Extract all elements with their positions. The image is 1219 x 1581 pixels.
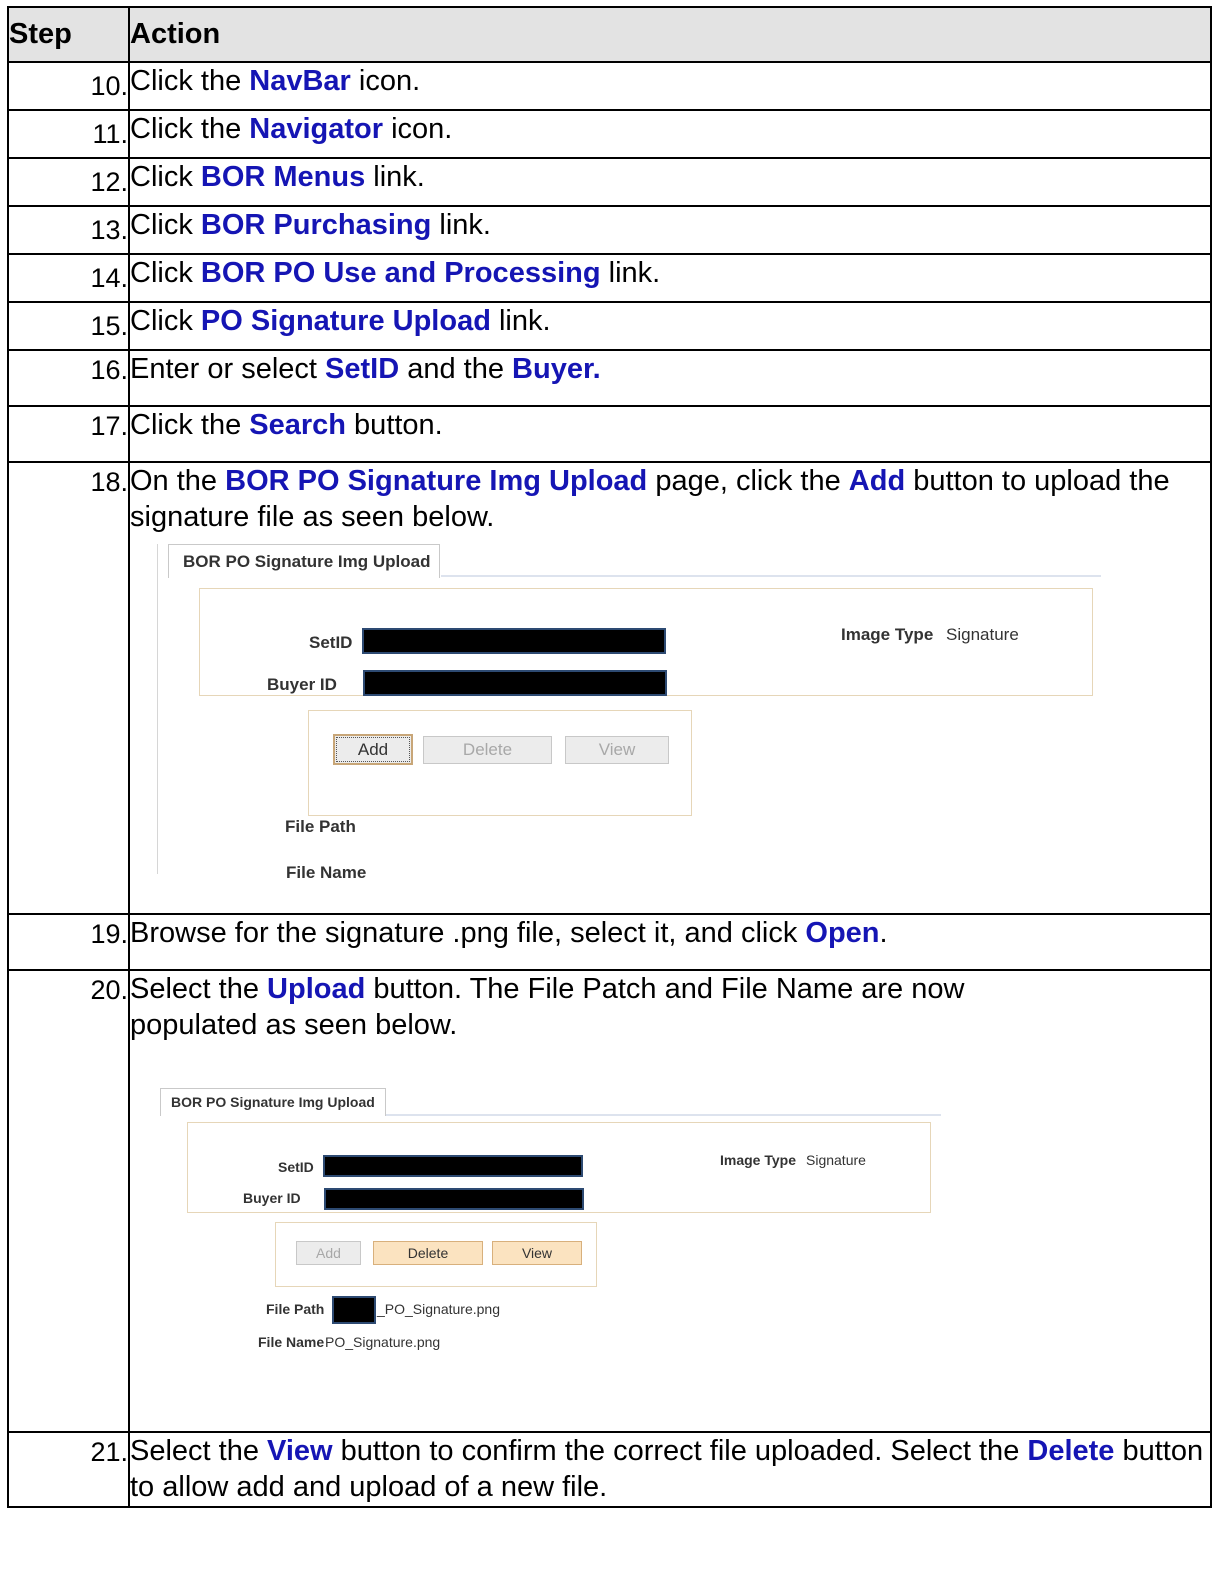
- step-row-13: 13. Click BOR Purchasing link.: [7, 205, 1212, 255]
- highlight-term: View: [267, 1435, 333, 1467]
- buyer-id-field[interactable]: [324, 1187, 584, 1210]
- step-number: 13.: [7, 205, 130, 255]
- setid-label: SetID: [309, 632, 353, 652]
- step-action: Click the Navigator icon.: [128, 109, 1212, 159]
- uploaded-page-screenshot: BOR PO Signature Img Upload SetID Buyer …: [160, 1087, 960, 1388]
- highlight-term: PO Signature Upload: [200, 305, 491, 337]
- step-action: Click the NavBar icon.: [128, 61, 1212, 111]
- buyer-id-label: Buyer ID: [267, 674, 337, 694]
- buyer-id-field[interactable]: [363, 669, 667, 696]
- step-number: 20.: [7, 969, 130, 1433]
- step-action: Click the Search button.: [128, 405, 1212, 463]
- image-type-value: Signature: [946, 624, 1019, 644]
- step-action: Select the View button to confirm the co…: [128, 1431, 1212, 1508]
- page-tab[interactable]: BOR PO Signature Img Upload: [168, 543, 440, 578]
- file-name-value: PO_Signature.png: [325, 1333, 441, 1350]
- step-row-17: 17. Click the Search button.: [7, 405, 1212, 463]
- highlight-term: NavBar: [249, 65, 351, 97]
- add-button[interactable]: Add: [333, 733, 413, 765]
- add-button[interactable]: Add: [296, 1240, 361, 1265]
- highlight-term: Delete: [1027, 1435, 1115, 1467]
- highlight-term: BOR Purchasing: [200, 209, 432, 241]
- step-row-18: 18. On the BOR PO Signature Img Upload p…: [7, 461, 1212, 915]
- step-row-16: 16. Enter or select SetID and the Buyer.: [7, 349, 1212, 407]
- step-number: 17.: [7, 405, 130, 463]
- step-number: 11.: [7, 109, 130, 159]
- file-name-label: File Name: [286, 862, 367, 882]
- file-name-label: File Name: [258, 1333, 325, 1350]
- step-row-21: 21. Select the View button to confirm th…: [7, 1431, 1212, 1508]
- step-action: Select the Upload button. The File Patch…: [128, 969, 1212, 1433]
- image-type-label: Image Type: [841, 624, 934, 644]
- step-number: 12.: [7, 157, 130, 207]
- upload-page-screenshot: BOR PO Signature Img Upload SetID Buyer …: [157, 543, 1158, 882]
- page-tab[interactable]: BOR PO Signature Img Upload: [160, 1087, 386, 1116]
- highlight-term: Search: [249, 409, 346, 441]
- tab-underline: [441, 574, 1101, 577]
- header-action: Action: [128, 6, 1212, 63]
- step-row-19: 19. Browse for the signature .png file, …: [7, 913, 1212, 971]
- step-number: 16.: [7, 349, 130, 407]
- buyer-id-label: Buyer ID: [243, 1189, 301, 1206]
- tab-underline: [386, 1113, 941, 1116]
- delete-button[interactable]: Delete: [423, 735, 552, 764]
- step-row-10: 10. Click the NavBar icon.: [7, 61, 1212, 111]
- step-row-20: 20. Select the Upload button. The File P…: [7, 969, 1212, 1433]
- highlight-term: Open: [805, 917, 880, 949]
- step-row-12: 12. Click BOR Menus link.: [7, 157, 1212, 207]
- step-action: On the BOR PO Signature Img Upload page,…: [128, 461, 1212, 915]
- step-action: Browse for the signature .png file, sele…: [128, 913, 1212, 971]
- file-path-label: File Path: [266, 1300, 325, 1317]
- step-row-15: 15. Click PO Signature Upload link.: [7, 301, 1212, 351]
- highlight-term: Buyer.: [512, 353, 601, 385]
- step-row-14: 14. Click BOR PO Use and Processing link…: [7, 253, 1212, 303]
- setid-field[interactable]: [362, 627, 666, 654]
- file-path-value: _PO_Signature.png: [377, 1300, 500, 1317]
- step-action: Enter or select SetID and the Buyer.: [128, 349, 1212, 407]
- highlight-term: Navigator: [249, 113, 384, 145]
- highlight-term: BOR PO Signature Img Upload: [225, 465, 648, 497]
- image-type-label: Image Type: [720, 1151, 796, 1168]
- step-number: 10.: [7, 61, 130, 111]
- image-type-value: Signature: [806, 1151, 866, 1168]
- highlight-term: Add: [848, 465, 906, 497]
- step-action: Click BOR Menus link.: [128, 157, 1212, 207]
- step-action: Click BOR PO Use and Processing link.: [128, 253, 1212, 303]
- step-action: Click BOR Purchasing link.: [128, 205, 1212, 255]
- delete-button[interactable]: Delete: [373, 1240, 483, 1265]
- highlight-term: BOR PO Use and Processing: [200, 257, 601, 289]
- setid-label: SetID: [278, 1158, 314, 1175]
- file-path-redaction: [332, 1295, 376, 1324]
- header-step: Step: [7, 6, 130, 63]
- highlight-term: Upload: [267, 973, 366, 1005]
- step-action: Click PO Signature Upload link.: [128, 301, 1212, 351]
- highlight-term: BOR Menus: [200, 161, 366, 193]
- highlight-term: SetID: [325, 353, 400, 385]
- header-row: Step Action: [7, 6, 1212, 63]
- view-button[interactable]: View: [565, 735, 669, 764]
- step-number: 14.: [7, 253, 130, 303]
- step-number: 19.: [7, 913, 130, 971]
- step-number: 21.: [7, 1431, 130, 1508]
- file-path-label: File Path: [285, 816, 356, 836]
- step-row-11: 11. Click the Navigator icon.: [7, 109, 1212, 159]
- steps-table: Step Action 10. Click the NavBar icon. 1…: [7, 6, 1212, 1508]
- step-number: 15.: [7, 301, 130, 351]
- step-number: 18.: [7, 461, 130, 915]
- view-button[interactable]: View: [492, 1240, 582, 1265]
- setid-field[interactable]: [323, 1154, 583, 1177]
